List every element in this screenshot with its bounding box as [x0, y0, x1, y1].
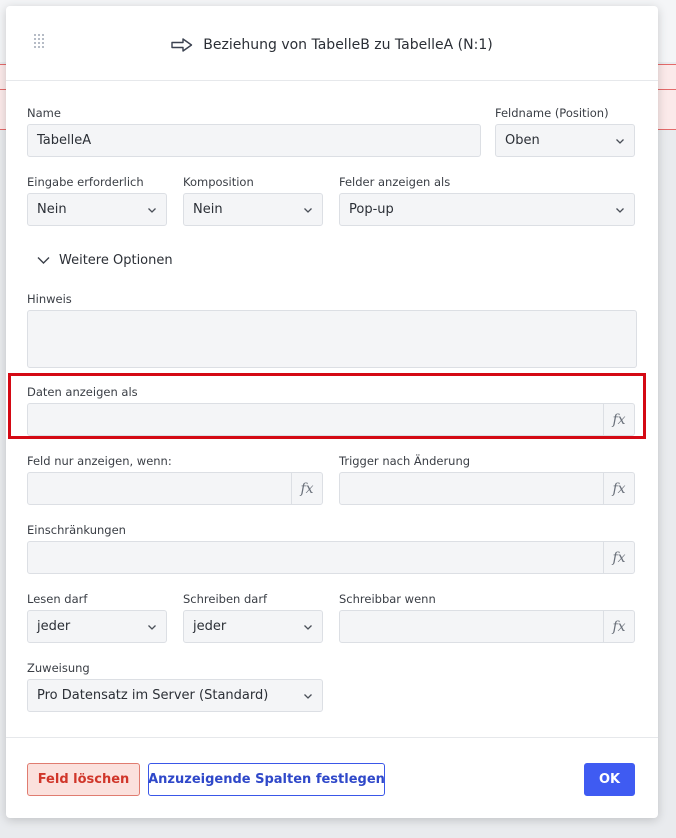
name-label: Name — [27, 106, 61, 120]
eingabe-erforderlich-value: Nein — [37, 202, 67, 217]
feldname-position-value: Oben — [505, 133, 540, 148]
dialog-footer: Feld löschen Anzuzeigende Spalten festle… — [6, 737, 658, 818]
schreiben-darf-label: Schreiben darf — [183, 592, 268, 606]
schreibbar-wenn-label: Schreibbar wenn — [339, 592, 436, 606]
formula-icon[interactable]: fx — [291, 473, 322, 504]
formula-icon[interactable]: fx — [603, 404, 634, 435]
formula-icon[interactable]: fx — [603, 542, 634, 573]
chevron-down-icon — [304, 694, 312, 699]
feldname-position-select[interactable]: Oben — [495, 124, 635, 157]
zuweisung-select[interactable]: Pro Datensatz im Server (Standard) — [27, 679, 323, 712]
schreiben-darf-value: jeder — [193, 619, 227, 634]
eingabe-erforderlich-label: Eingabe erforderlich — [27, 175, 144, 189]
einschraenkungen-input[interactable]: fx — [27, 541, 635, 574]
feld-nur-anzeigen-input[interactable]: fx — [27, 472, 323, 505]
eingabe-erforderlich-select[interactable]: Nein — [27, 193, 167, 226]
hinweis-textarea[interactable] — [27, 310, 637, 368]
lesen-darf-label: Lesen darf — [27, 592, 88, 606]
zuweisung-label: Zuweisung — [27, 661, 90, 675]
formula-icon[interactable]: fx — [603, 473, 634, 504]
lesen-darf-value: jeder — [37, 619, 71, 634]
dialog-title-wrap: Beziehung von TabelleB zu TabelleA (N:1) — [6, 34, 658, 56]
delete-field-button[interactable]: Feld löschen — [27, 763, 140, 796]
trigger-nach-aenderung-input[interactable]: fx — [339, 472, 635, 505]
chevron-down-icon — [304, 208, 312, 213]
arrow-right-outline-icon — [171, 38, 193, 52]
chevron-down-icon — [148, 625, 156, 630]
dialog-header: Beziehung von TabelleB zu TabelleA (N:1) — [6, 6, 658, 81]
weitere-optionen-label: Weitere Optionen — [59, 252, 173, 268]
chevron-down-icon — [304, 625, 312, 630]
komposition-value: Nein — [193, 202, 223, 217]
set-columns-button[interactable]: Anzuzeigende Spalten festlegen — [148, 763, 385, 796]
komposition-select[interactable]: Nein — [183, 193, 323, 226]
chevron-down-icon — [616, 208, 624, 213]
relationship-dialog: Beziehung von TabelleB zu TabelleA (N:1)… — [6, 6, 658, 818]
feld-nur-anzeigen-label: Feld nur anzeigen, wenn: — [27, 454, 172, 468]
felder-anzeigen-als-value: Pop-up — [349, 202, 394, 217]
felder-anzeigen-als-label: Felder anzeigen als — [339, 175, 451, 189]
chevron-down-icon — [616, 139, 624, 144]
dialog-title: Beziehung von TabelleB zu TabelleA (N:1) — [203, 37, 493, 53]
formula-icon[interactable]: fx — [603, 611, 634, 642]
weitere-optionen-toggle[interactable]: Weitere Optionen — [37, 251, 173, 269]
schreibbar-wenn-input[interactable]: fx — [339, 610, 635, 643]
daten-anzeigen-als-input[interactable]: fx — [27, 403, 635, 436]
daten-anzeigen-als-label: Daten anzeigen als — [27, 385, 138, 399]
chevron-down-icon — [37, 256, 50, 264]
chevron-down-icon — [148, 208, 156, 213]
schreiben-darf-select[interactable]: jeder — [183, 610, 323, 643]
hinweis-label: Hinweis — [27, 292, 72, 306]
einschraenkungen-label: Einschränkungen — [27, 523, 126, 537]
felder-anzeigen-als-select[interactable]: Pop-up — [339, 193, 635, 226]
feldname-position-label: Feldname (Position) — [495, 106, 609, 120]
ok-button[interactable]: OK — [584, 763, 635, 796]
lesen-darf-select[interactable]: jeder — [27, 610, 167, 643]
name-value: TabelleA — [37, 133, 92, 148]
zuweisung-value: Pro Datensatz im Server (Standard) — [37, 688, 269, 703]
name-input[interactable]: TabelleA — [27, 124, 481, 157]
komposition-label: Komposition — [183, 175, 254, 189]
trigger-nach-aenderung-label: Trigger nach Änderung — [339, 454, 471, 468]
